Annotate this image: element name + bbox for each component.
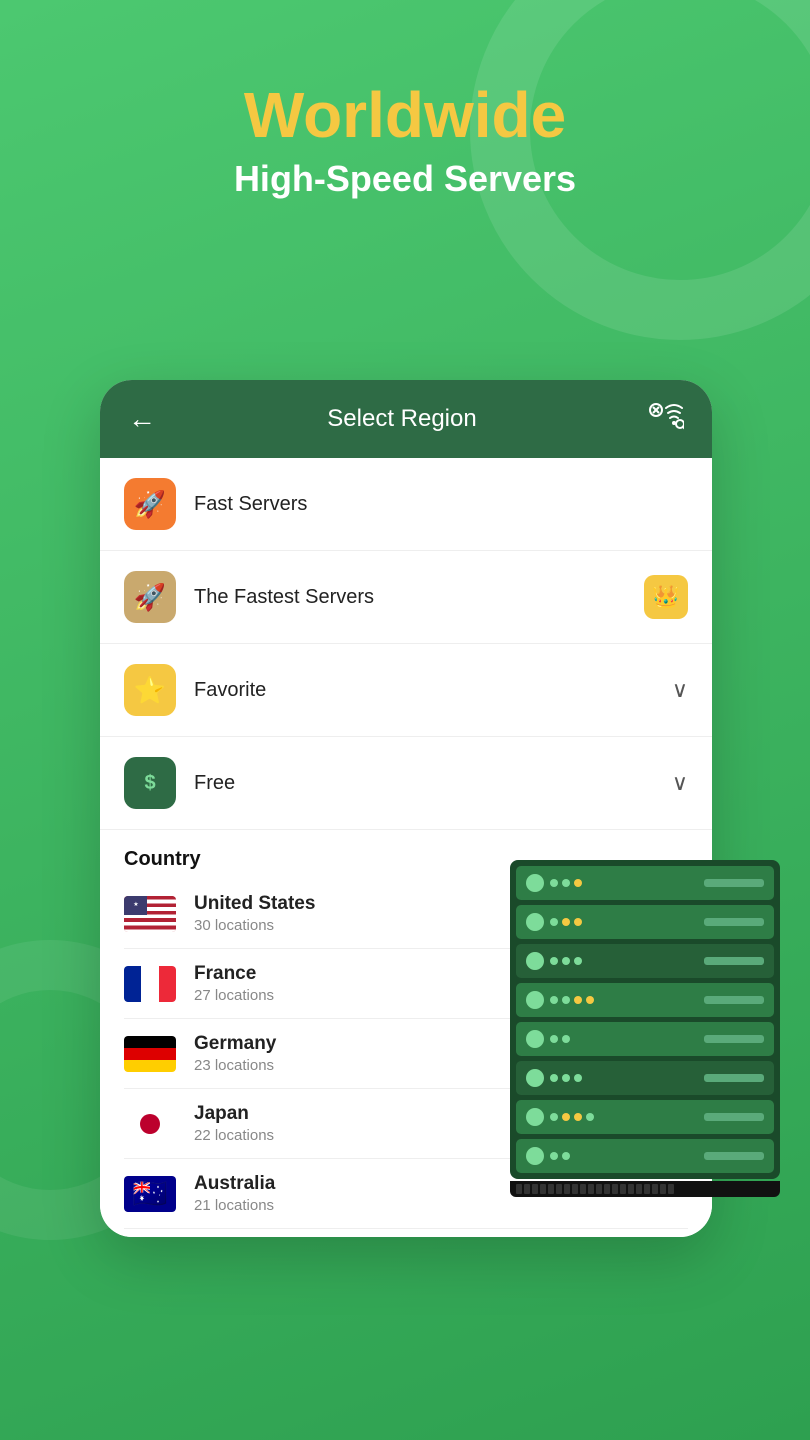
flag-france bbox=[124, 966, 176, 1002]
flag-australia bbox=[124, 1176, 176, 1212]
favorite-icon: ⭐ bbox=[124, 664, 176, 716]
fastest-servers-item[interactable]: 🚀 The Fastest Servers 👑 bbox=[100, 551, 712, 644]
header-subtitle: High-Speed Servers bbox=[0, 158, 810, 200]
fast-servers-icon: 🚀 bbox=[124, 478, 176, 530]
free-chevron-icon: ∨ bbox=[672, 770, 688, 796]
free-label: Free bbox=[194, 772, 672, 795]
country-locations-au: 21 locations bbox=[194, 1197, 688, 1214]
fast-servers-item[interactable]: 🚀 Fast Servers bbox=[100, 458, 712, 551]
card-header: ← Select Region bbox=[100, 380, 712, 458]
server-rack-illustration bbox=[510, 860, 780, 1197]
back-button[interactable]: ← bbox=[128, 403, 156, 435]
fastest-servers-label: The Fastest Servers bbox=[194, 586, 644, 609]
favorite-chevron-icon: ∨ bbox=[672, 677, 688, 703]
fastest-servers-icon: 🚀 bbox=[124, 571, 176, 623]
free-item[interactable]: $ Free ∨ bbox=[100, 737, 712, 830]
crown-icon: 👑 bbox=[644, 575, 688, 619]
header-section: Worldwide High-Speed Servers bbox=[0, 0, 810, 200]
flag-germany bbox=[124, 1036, 176, 1072]
fast-servers-label: Fast Servers bbox=[194, 493, 688, 516]
card-header-title: Select Region bbox=[327, 405, 476, 433]
wifi-search-icon[interactable] bbox=[648, 402, 684, 436]
flag-japan bbox=[124, 1106, 176, 1142]
favorite-item[interactable]: ⭐ Favorite ∨ bbox=[100, 644, 712, 737]
header-title: Worldwide bbox=[0, 80, 810, 150]
free-icon: $ bbox=[124, 757, 176, 809]
favorite-label: Favorite bbox=[194, 679, 672, 702]
flag-usa bbox=[124, 896, 176, 932]
menu-list: 🚀 Fast Servers 🚀 The Fastest Servers 👑 ⭐… bbox=[100, 458, 712, 830]
